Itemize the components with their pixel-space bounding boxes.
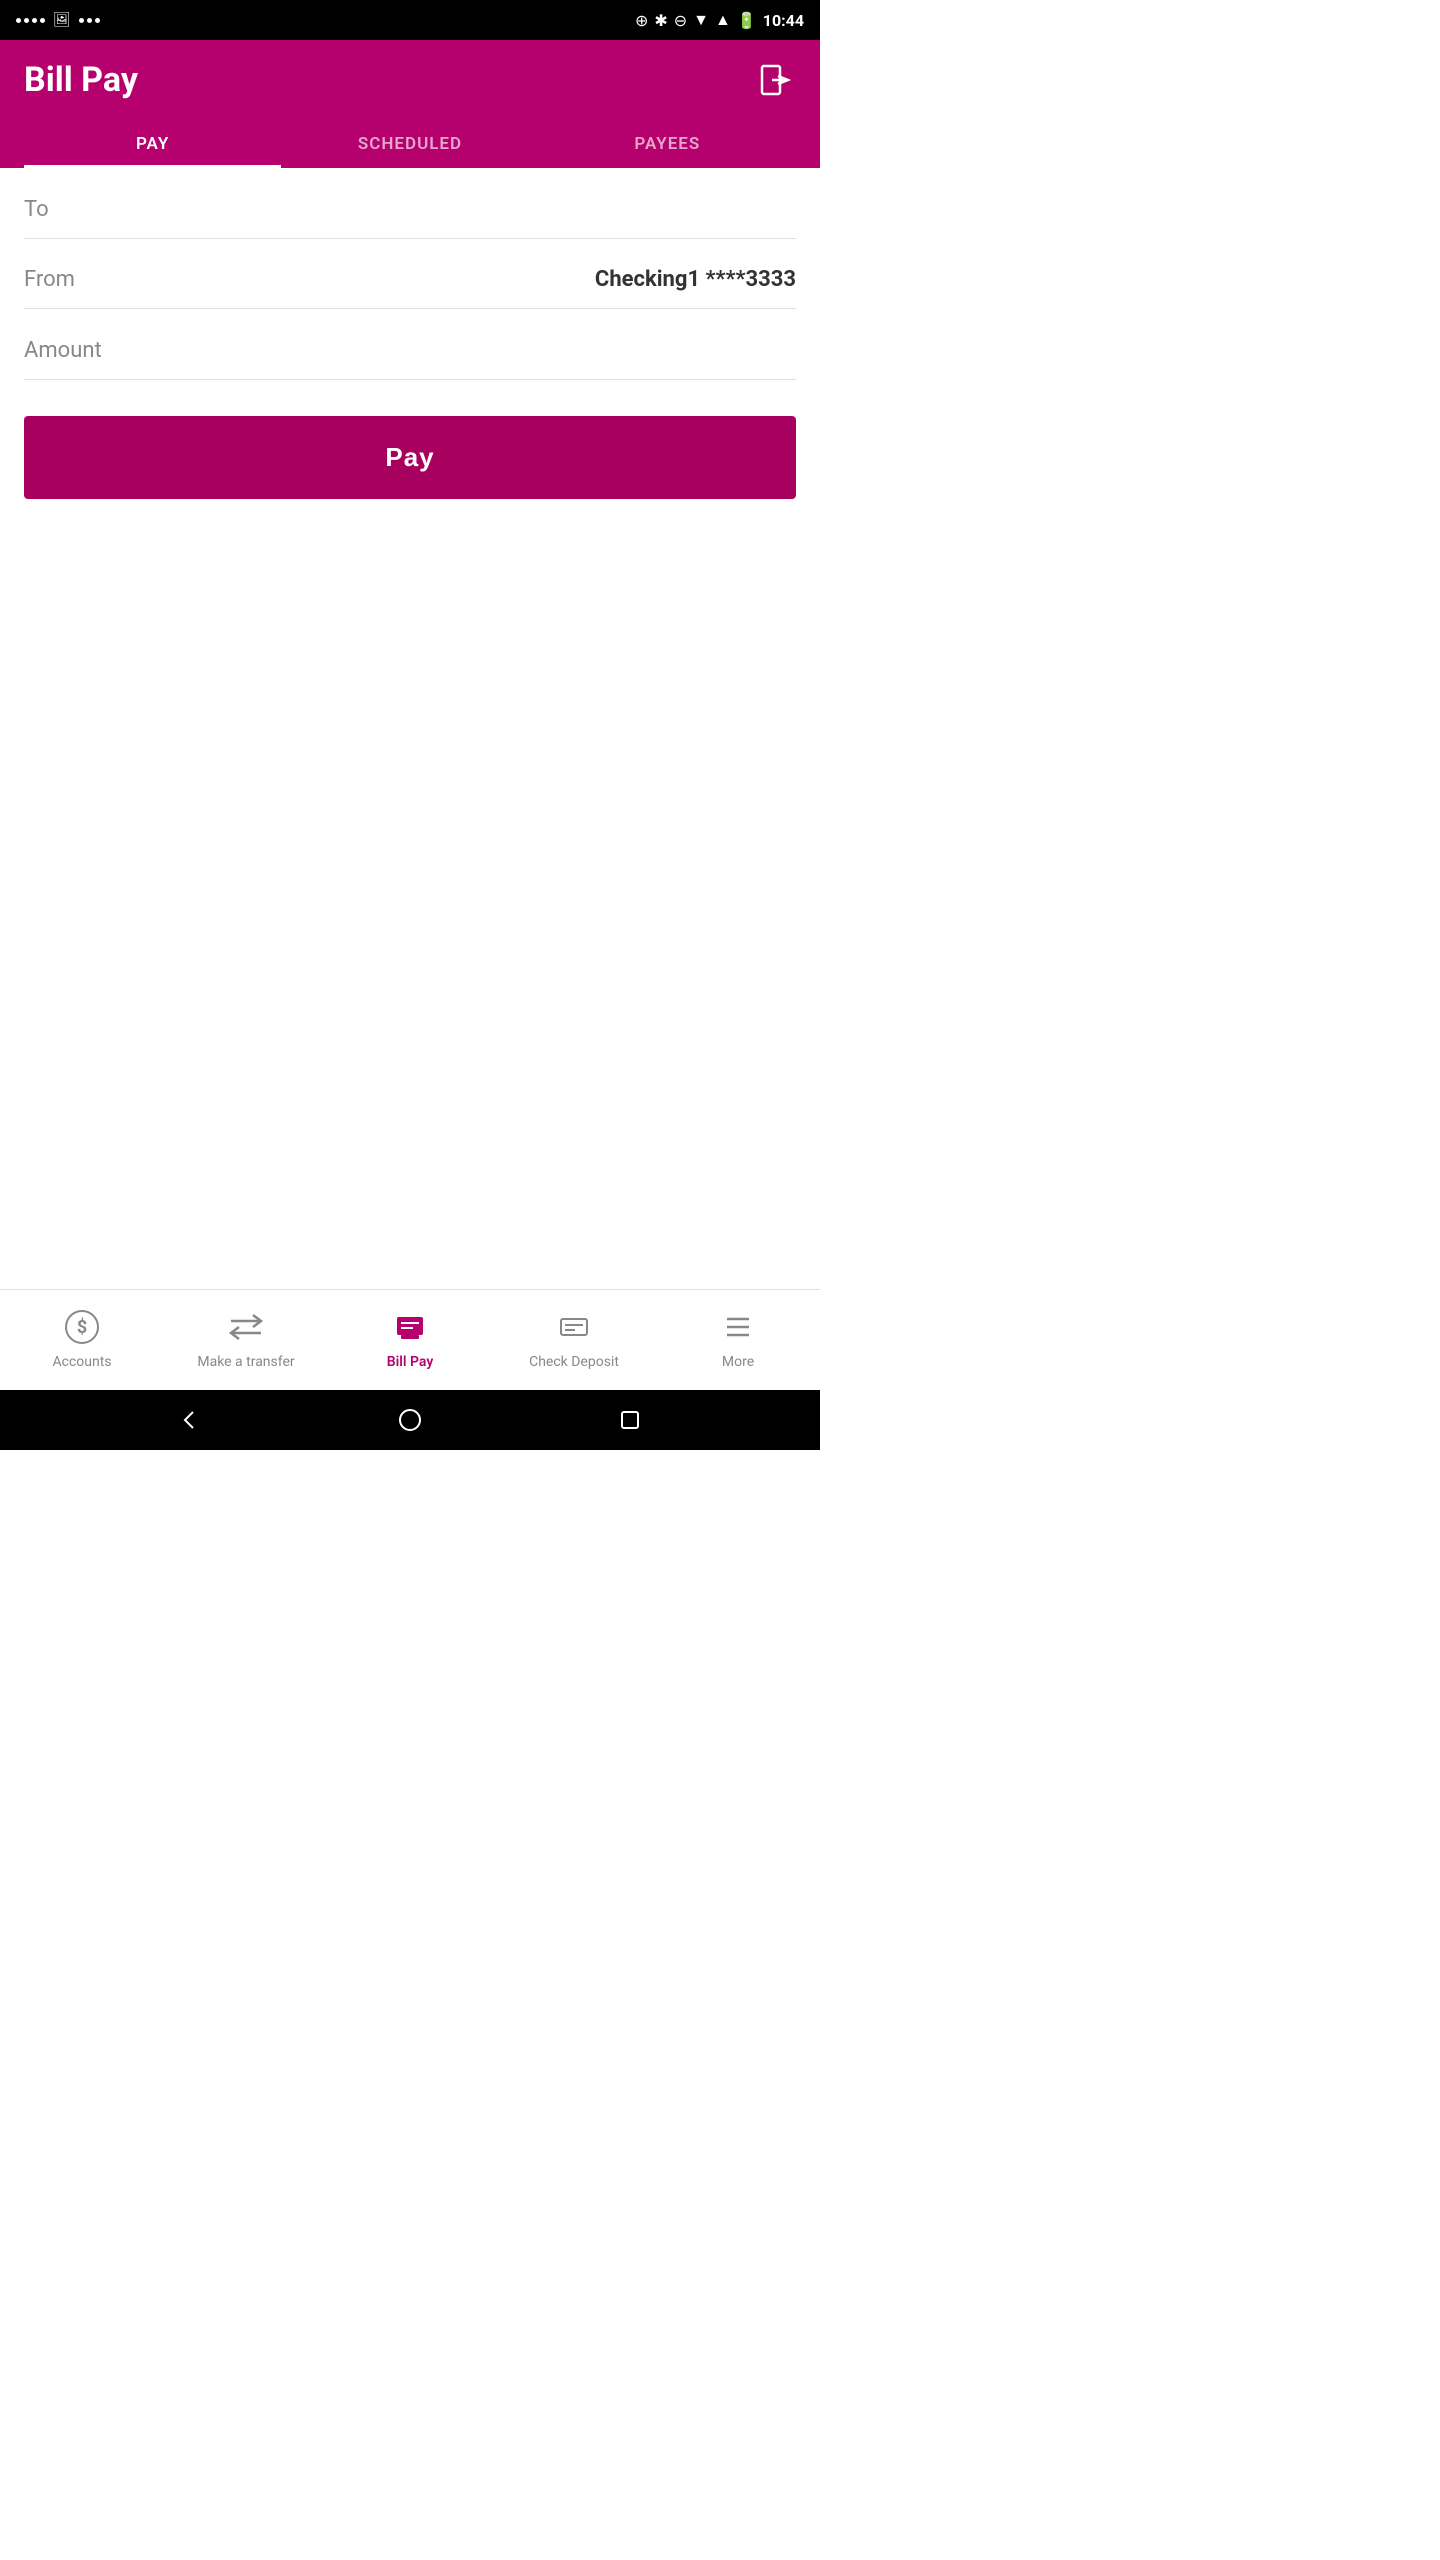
recents-button[interactable] — [615, 1405, 645, 1435]
minus-circle-icon: ⊖ — [674, 11, 687, 30]
accounts-icon: $ — [61, 1306, 103, 1348]
checkdeposit-icon — [553, 1306, 595, 1348]
to-input[interactable] — [69, 196, 796, 222]
billpay-icon — [389, 1306, 431, 1348]
status-bar: 🖼 ⊕ ✱ ⊖ ▼ ▲ 🔋 10:44 — [0, 0, 820, 40]
nav-item-billpay[interactable]: Bill Pay — [328, 1306, 492, 1370]
status-left: 🖼 — [16, 12, 100, 28]
battery-icon: 🔋 — [737, 11, 757, 30]
tab-payees[interactable]: PAYEES — [539, 120, 796, 168]
nav-item-more[interactable]: More — [656, 1306, 820, 1370]
transfer-icon — [225, 1306, 267, 1348]
nav-item-checkdeposit[interactable]: Check Deposit — [492, 1306, 656, 1370]
home-button[interactable] — [395, 1405, 425, 1435]
to-field-row: To — [24, 168, 796, 239]
system-nav-bar — [0, 1390, 820, 1450]
more-icon — [717, 1306, 759, 1348]
from-field-row: From Checking1 ****3333 — [24, 239, 796, 309]
page-title: Bill Pay — [24, 60, 138, 100]
bottom-nav: $ Accounts Make a transfer — [0, 1289, 820, 1390]
to-label: To — [24, 197, 49, 222]
checkdeposit-label: Check Deposit — [529, 1354, 619, 1370]
nav-item-transfer[interactable]: Make a transfer — [164, 1306, 328, 1370]
add-icon: ⊕ — [635, 11, 648, 30]
time-display: 10:44 — [763, 11, 804, 30]
bluetooth-icon: ✱ — [654, 11, 667, 30]
amount-label: Amount — [24, 338, 102, 363]
svg-text:$: $ — [77, 1317, 87, 1338]
from-value[interactable]: Checking1 ****3333 — [595, 267, 796, 292]
signal-icon: ▲ — [715, 10, 731, 30]
pay-button[interactable]: Pay — [24, 416, 796, 499]
transfer-label: Make a transfer — [197, 1354, 294, 1370]
signal-dots — [16, 18, 45, 23]
tabs-container: PAY SCHEDULED PAYEES — [24, 120, 796, 168]
header: Bill Pay PAY SCHEDULED PAYEES — [0, 40, 820, 168]
form-area: To From Checking1 ****3333 Amount Pay — [0, 168, 820, 1289]
amount-field-row: Amount — [24, 309, 796, 380]
wifi-icon: ▼ — [693, 10, 709, 30]
accounts-label: Accounts — [52, 1354, 111, 1370]
more-label: More — [722, 1354, 754, 1370]
tab-scheduled[interactable]: SCHEDULED — [281, 120, 538, 168]
amount-input[interactable] — [122, 337, 796, 363]
billpay-label: Bill Pay — [387, 1354, 434, 1370]
status-right: ⊕ ✱ ⊖ ▼ ▲ 🔋 10:44 — [635, 10, 804, 30]
image-icon: 🖼 — [53, 12, 71, 28]
signal-dots-2 — [79, 18, 100, 23]
back-button[interactable] — [175, 1405, 205, 1435]
tab-pay[interactable]: PAY — [24, 120, 281, 168]
logout-button[interactable] — [756, 60, 796, 100]
from-label: From — [24, 267, 75, 292]
nav-item-accounts[interactable]: $ Accounts — [0, 1306, 164, 1370]
